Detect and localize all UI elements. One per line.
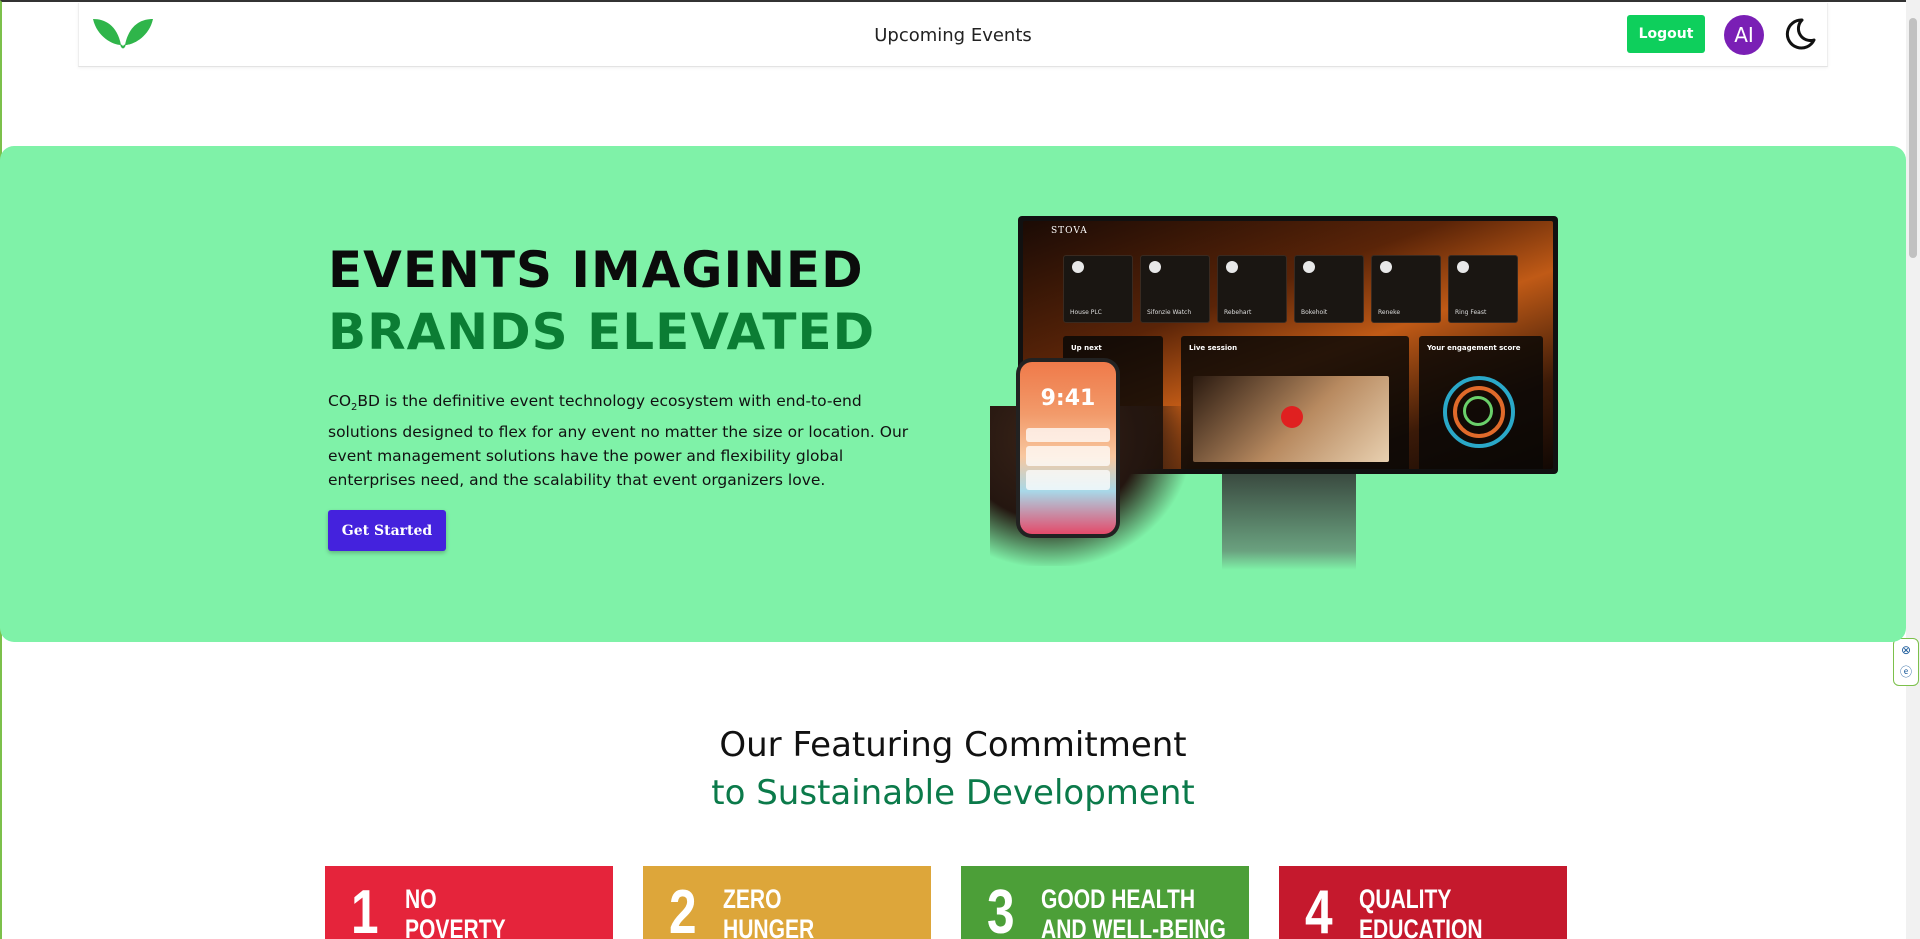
hero-illustration: STOVA House PLC Sifonzie Watch Rebehart … [990,216,1570,586]
moon-icon[interactable] [1780,14,1820,54]
screen-brand-label: STOVA [1051,226,1088,236]
sdg-number: 2 [669,878,697,939]
hero-headline-line2: BRANDS ELEVATED [328,303,876,361]
event-tile: Ring Feast [1448,255,1518,323]
sdg-number: 1 [351,878,379,939]
phone-image: 9:41 [1016,358,1120,538]
phone-notification [1026,470,1110,490]
sdg-title: GOOD HEALTH AND WELL-BEING [1041,884,1226,939]
sdg-card-zero-hunger[interactable]: 2 ZERO HUNGER [643,866,931,939]
event-tile: Reneke [1371,255,1441,323]
sdg-title: QUALITY EDUCATION [1359,884,1483,939]
get-started-button[interactable]: Get Started [328,510,446,551]
hero-headline-line1: EVENTS IMAGINED [328,241,864,299]
top-navbar: Upcoming Events Logout AI [78,3,1828,67]
sdg-card-good-health[interactable]: 3 GOOD HEALTH AND WELL-BEING [961,866,1249,939]
hero-section: EVENTS IMAGINED BRANDS ELEVATED CO2BD is… [0,146,1906,642]
event-tile: House PLC [1063,255,1133,323]
edge-icon[interactable]: ⓔ [1894,661,1918,683]
scrollbar-thumb[interactable] [1909,18,1917,258]
live-session-panel: Live session [1181,336,1409,469]
section-subheading: to Sustainable Development [711,773,1195,813]
logout-button[interactable]: Logout [1627,15,1705,53]
page-title[interactable]: Upcoming Events [79,25,1827,46]
sdg-number: 4 [1305,878,1333,939]
event-tile: Sifonzie Watch [1140,255,1210,323]
sdg-number: 3 [987,878,1015,939]
close-icon[interactable]: ⊗ [1894,639,1918,661]
sdg-title: ZERO HUNGER [723,884,815,939]
video-thumbnail [1193,376,1389,462]
page-scrollbar[interactable] [1906,0,1920,939]
engagement-panel: Your engagement score [1419,336,1543,469]
hero-description: CO2BD is the definitive event technology… [328,392,909,490]
play-icon [1281,406,1303,428]
phone-clock: 9:41 [1040,386,1096,411]
sdg-card-no-poverty[interactable]: 1 NO POVERTY [325,866,613,939]
sdg-card-quality-education[interactable]: 4 QUALITY EDUCATION [1279,866,1567,939]
floating-widget[interactable]: ⊗ ⓔ [1893,638,1919,686]
sdg-title: NO POVERTY [405,884,506,939]
monitor-stand [1222,474,1356,570]
section-heading: Our Featuring Commitment [719,725,1187,765]
event-tile: Bokehoit [1294,255,1364,323]
user-avatar[interactable]: AI [1724,15,1764,55]
event-tile: Rebehart [1217,255,1287,323]
phone-notification [1026,446,1110,466]
phone-notification [1026,428,1110,442]
